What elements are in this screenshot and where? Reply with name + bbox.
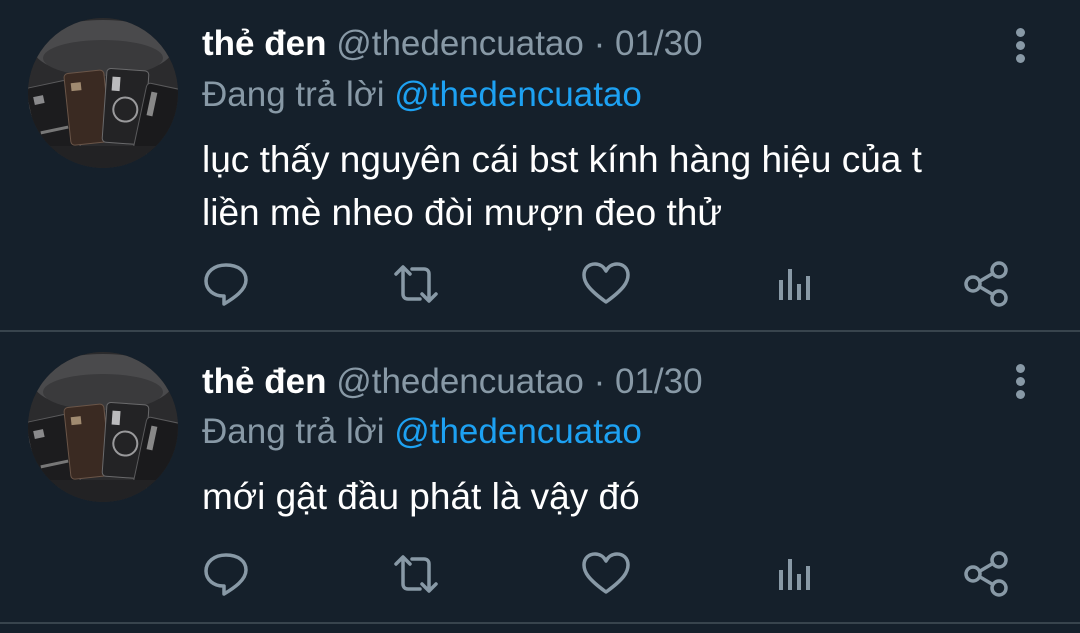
analytics-icon [779,269,810,300]
retweet-icon [394,555,438,593]
tweet-actions [0,254,1080,314]
reply-icon [204,263,248,306]
display-name[interactable]: thẻ đen [202,362,326,401]
separator-dot: · [593,24,606,63]
share-icon [964,551,1008,597]
share-button[interactable] [956,254,1016,314]
replying-to: Đang trả lời @thedencuatao [202,73,642,117]
avatar[interactable] [28,18,178,168]
reply-mention-link[interactable]: @thedencuatao [394,412,642,451]
analytics-icon [779,559,810,590]
retweet-button[interactable] [386,254,446,314]
replying-to: Đang trả lời @thedencuatao [202,410,642,454]
retweet-icon [394,265,438,303]
tweet-divider [0,622,1080,624]
separator-dot: · [593,362,606,401]
replying-to-label: Đang trả lời [202,412,385,451]
user-handle[interactable]: @thedencuatao [336,362,584,401]
display-name[interactable]: thẻ đen [202,24,326,63]
tweet-header: thẻ đen @thedencuatao · 01/30 [202,22,703,66]
more-vertical-icon[interactable] [1002,360,1038,404]
reply-icon [204,553,248,596]
avatar-cards-image [28,18,178,168]
analytics-button[interactable] [766,254,826,314]
heart-icon [582,552,630,594]
analytics-button[interactable] [766,544,826,604]
more-vertical-icon[interactable] [1002,24,1038,68]
tweet[interactable]: thẻ đen @thedencuatao · 01/30 Đang trả l… [0,332,1080,622]
reply-button[interactable] [196,254,256,314]
tweet-date[interactable]: 01/30 [615,24,703,63]
avatar-cards-image [28,352,178,502]
like-button[interactable] [576,254,636,314]
tweet-actions [0,544,1080,604]
tweet-text: mới gật đầu phát là vậy đó [202,470,1042,523]
retweet-button[interactable] [386,544,446,604]
share-button[interactable] [956,544,1016,604]
tweet-feed: thẻ đen @thedencuatao · 01/30 Đang trả l… [0,0,1080,633]
reply-mention-link[interactable]: @thedencuatao [394,75,642,114]
user-handle[interactable]: @thedencuatao [336,24,584,63]
replying-to-label: Đang trả lời [202,75,385,114]
tweet-date[interactable]: 01/30 [615,362,703,401]
reply-button[interactable] [196,544,256,604]
heart-icon [582,262,630,304]
tweet[interactable]: thẻ đen @thedencuatao · 01/30 Đang trả l… [0,0,1080,330]
share-icon [964,261,1008,307]
like-button[interactable] [576,544,636,604]
tweet-header: thẻ đen @thedencuatao · 01/30 [202,360,703,404]
tweet-text: lục thấy nguyên cái bst kính hàng hiệu c… [202,133,1042,239]
avatar[interactable] [28,352,178,502]
tweet-text-line: mới gật đầu phát là vậy đó [202,476,640,517]
tweet-text-line: liền mè nheo đòi mượn đeo thử [202,192,723,233]
tweet-text-line: lục thấy nguyên cái bst kính hàng hiệu c… [202,139,922,180]
